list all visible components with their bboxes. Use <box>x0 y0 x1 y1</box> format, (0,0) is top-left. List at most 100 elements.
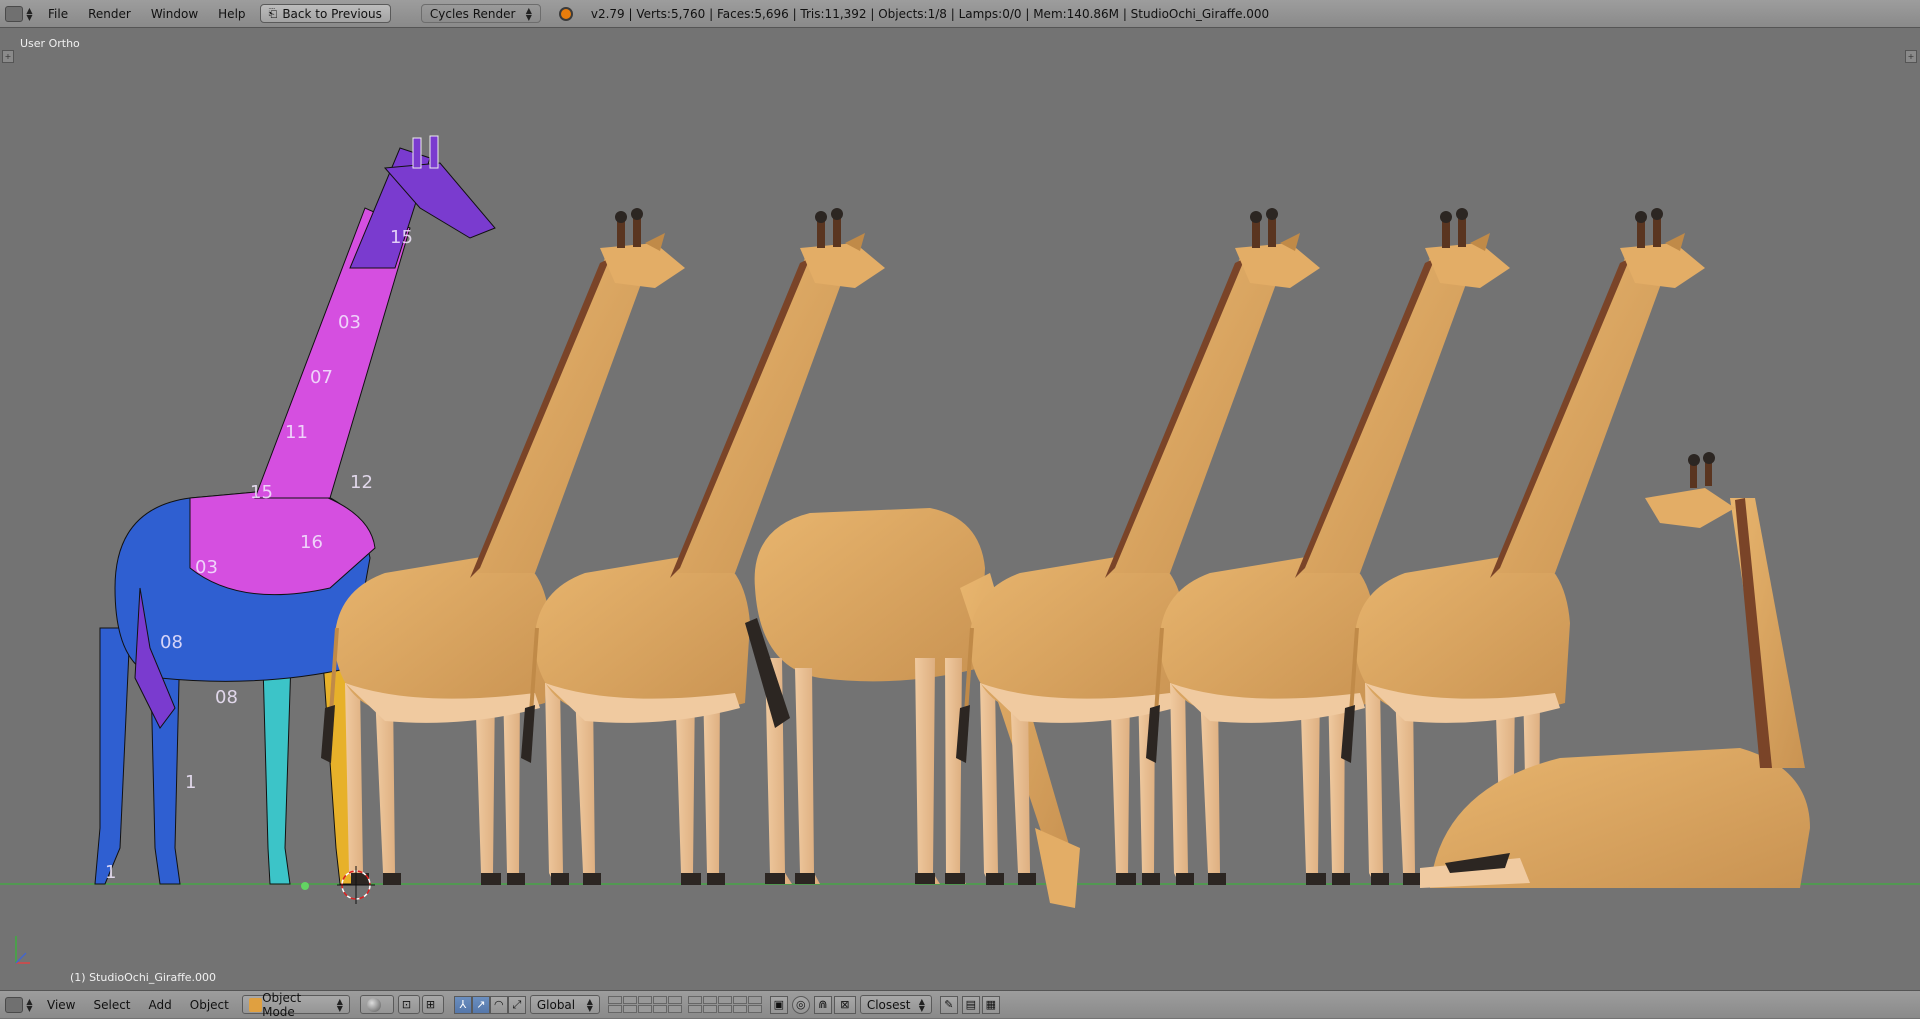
center-points-icon: ⊞ <box>425 998 436 1011</box>
chevron-updown-icon: ▲ ▼ <box>586 996 593 1013</box>
giraffe-model[interactable] <box>1144 206 1512 887</box>
menu-window[interactable]: Window <box>141 0 208 27</box>
view-mode-label: User Ortho <box>20 37 80 50</box>
lock-icon: ▣ <box>773 998 785 1011</box>
scene-statistics: v2.79 | Verts:5,760 | Faces:5,696 | Tris… <box>590 6 1270 21</box>
chevron-updown-icon: ▲ ▼ <box>26 996 33 1013</box>
scale-icon: ⤢ <box>512 997 522 1011</box>
snap-element-icon: ⊠ <box>840 998 850 1011</box>
uv-number: 11 <box>285 422 308 443</box>
layer-button[interactable] <box>637 1005 652 1013</box>
layer-button[interactable] <box>747 1005 762 1013</box>
uv-number: 07 <box>310 367 333 388</box>
uv-number: 1 <box>185 772 196 793</box>
proportional-edit-toggle[interactable]: ◎ <box>791 995 810 1014</box>
pivot-point-select[interactable]: ⊡ <box>397 995 420 1014</box>
layer-button[interactable] <box>622 1005 637 1013</box>
layer-button[interactable] <box>607 996 622 1004</box>
mode-label: Object Mode <box>262 990 302 1019</box>
layer-button[interactable] <box>637 996 652 1004</box>
rotate-icon: ◠ <box>494 998 504 1011</box>
opengl-render-button[interactable]: ✎ <box>939 995 958 1014</box>
back-to-previous-label: Back to Previous <box>282 6 382 21</box>
orientation-label: Global <box>536 997 576 1012</box>
uv-number: 1 <box>105 862 116 883</box>
layer-button[interactable] <box>687 996 702 1004</box>
magnet-icon: ⋒ <box>818 998 828 1011</box>
render-engine-label: Cycles Render <box>429 6 516 21</box>
layer-button[interactable] <box>732 996 747 1004</box>
opengl-render-animation-button[interactable]: ▦ <box>981 995 1000 1014</box>
scene-canvas[interactable]: 15 03 07 11 12 15 16 03 08 08 1 1 <box>0 28 1920 990</box>
layer-button[interactable] <box>732 1005 747 1013</box>
layer-button[interactable] <box>702 1005 717 1013</box>
menu-select[interactable]: Select <box>84 991 139 1018</box>
3d-view-header: ▲ ▼ View Select Add Object Object Mode ▲ ▼… <box>0 990 1920 1019</box>
rotate-manipulator[interactable]: ◠ <box>489 995 508 1014</box>
uv-number: 12 <box>350 472 373 493</box>
uv-number: 03 <box>195 557 218 578</box>
editor-type-selector[interactable]: ▲ ▼ <box>0 0 38 27</box>
snap-toggle[interactable]: ⋒ <box>813 995 832 1014</box>
giraffe-model[interactable] <box>954 206 1322 887</box>
shading-sphere-icon <box>366 997 381 1012</box>
viewport-shading-select[interactable] <box>359 995 394 1014</box>
menu-render[interactable]: Render <box>78 0 141 27</box>
layer-button[interactable] <box>652 1005 667 1013</box>
layer-button[interactable] <box>717 1005 732 1013</box>
uv-number: 08 <box>215 687 238 708</box>
uv-giraffe-model[interactable]: 15 03 07 11 12 15 16 03 08 08 1 1 <box>94 135 496 885</box>
layer-buttons-group-2[interactable] <box>687 996 762 1013</box>
layer-button[interactable] <box>652 996 667 1004</box>
active-object-label: (1) StudioOchi_Giraffe.000 <box>70 971 217 984</box>
uv-number: 03 <box>338 312 361 333</box>
clapper-icon: ▦ <box>985 998 997 1011</box>
lock-layers-toggle[interactable]: ▣ <box>769 995 788 1014</box>
info-editor-icon <box>5 5 24 22</box>
render-engine-select[interactable]: Cycles Render ▲ ▼ <box>420 4 541 23</box>
cube-icon <box>248 997 263 1012</box>
snap-target-label: Closest <box>866 997 911 1012</box>
snap-target-select[interactable]: Closest ▲ ▼ <box>859 995 932 1014</box>
back-arrow-icon: ⎗ <box>268 6 278 20</box>
menu-add[interactable]: Add <box>140 991 181 1018</box>
snap-element-select[interactable]: ⊠ <box>833 995 856 1014</box>
layer-button[interactable] <box>717 996 732 1004</box>
translate-manipulator[interactable]: ↗ <box>471 995 490 1014</box>
pivot-icon: ⊡ <box>401 998 412 1011</box>
menu-file[interactable]: File <box>38 0 78 27</box>
menu-view[interactable]: View <box>38 991 84 1018</box>
manipulator-icon: ⅄ <box>459 998 467 1011</box>
layer-button[interactable] <box>607 1005 622 1013</box>
camera-icon: ▤ <box>965 998 977 1011</box>
chevron-updown-icon: ▲ ▼ <box>336 996 343 1013</box>
blender-logo-icon <box>558 6 573 21</box>
mode-select[interactable]: Object Mode ▲ ▼ <box>241 991 350 1019</box>
manipulator-toggle[interactable]: ⅄ <box>453 995 472 1014</box>
chevron-updown-icon: ▲ ▼ <box>918 996 925 1013</box>
layer-button[interactable] <box>687 1005 702 1013</box>
menu-object[interactable]: Object <box>181 991 238 1018</box>
layer-buttons-group-1[interactable] <box>607 996 682 1013</box>
layer-button[interactable] <box>667 1005 682 1013</box>
arrow-icon: ↗ <box>476 998 486 1011</box>
layer-button[interactable] <box>667 996 682 1004</box>
uv-number: 15 <box>390 227 413 248</box>
3d-viewport[interactable]: 15 03 07 11 12 15 16 03 08 08 1 1 User O… <box>0 28 1920 990</box>
toolshelf-toggle-icon[interactable]: + <box>2 50 14 63</box>
layer-button[interactable] <box>747 996 762 1004</box>
chevron-updown-icon: ▲ ▼ <box>525 5 532 22</box>
scale-manipulator[interactable]: ⤢ <box>507 995 526 1014</box>
back-to-previous-button[interactable]: ⎗ Back to Previous <box>259 4 391 23</box>
proportional-edit-icon: ◎ <box>796 998 806 1011</box>
menu-help[interactable]: Help <box>208 0 255 27</box>
opengl-render-image-button[interactable]: ▤ <box>961 995 980 1014</box>
layer-button[interactable] <box>622 996 637 1004</box>
editor-type-selector[interactable]: ▲ ▼ <box>0 991 38 1018</box>
layer-button[interactable] <box>702 996 717 1004</box>
info-header: ▲ ▼ File Render Window Help ⎗ Back to Pre… <box>0 0 1920 28</box>
object-origin <box>301 882 309 890</box>
properties-toggle-icon[interactable]: + <box>1905 50 1917 63</box>
transform-orientation-select[interactable]: Global ▲ ▼ <box>529 995 600 1014</box>
pivot-center-toggle[interactable]: ⊞ <box>421 995 444 1014</box>
